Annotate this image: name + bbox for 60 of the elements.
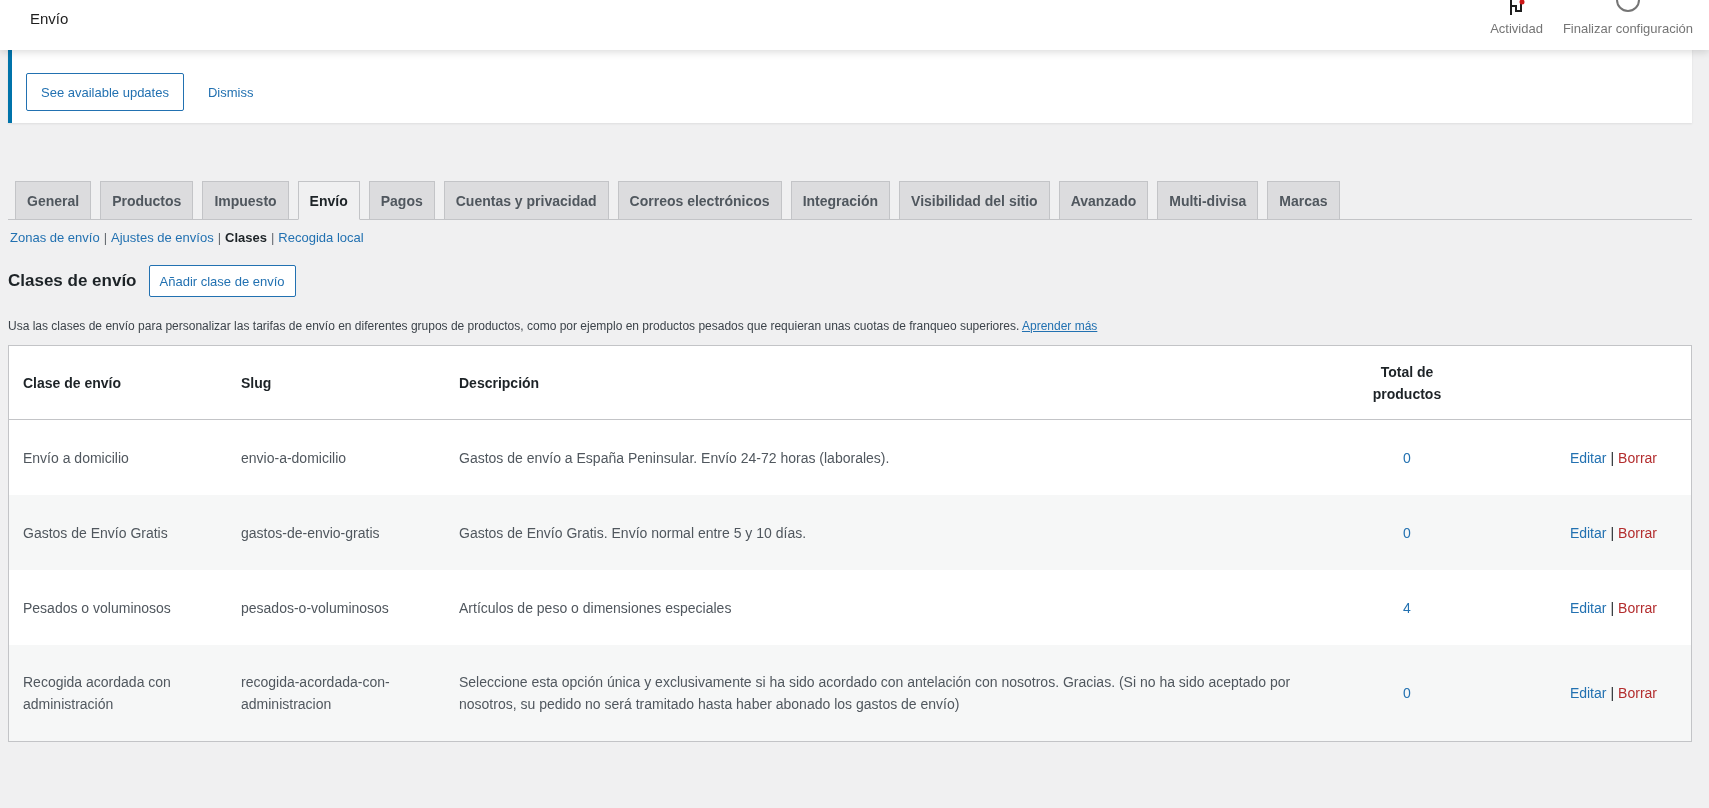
edit-link[interactable]: Editar [1569, 449, 1607, 466]
add-class-button[interactable]: Añadir clase de envío [148, 265, 296, 297]
table-cell: Artículos de peso o dimensiones especiales [445, 570, 1353, 645]
product-count-link[interactable]: 4 [1403, 599, 1411, 616]
product-count-link[interactable]: 0 [1403, 449, 1411, 466]
see-updates-button[interactable]: See available updates [26, 73, 184, 111]
table-cell: Envío a domicilio [8, 419, 227, 495]
subnav-link[interactable]: Recogida local [278, 230, 364, 245]
settings-tab[interactable]: Pagos [368, 181, 435, 219]
table-cell: pesados-o-voluminosos [227, 570, 445, 645]
separator-text: | [217, 230, 222, 245]
table-cell: envio-a-domicilio [227, 419, 445, 495]
table-cell: Gastos de Envío Gratis. Envío normal entre 5 y 10 días. [445, 495, 1353, 570]
column-header: Descripción [445, 345, 1353, 420]
activity-button[interactable]: Finalizar configuración [1552, 0, 1703, 36]
settings-tab[interactable]: General [15, 181, 92, 219]
subnav-link[interactable]: Clases [225, 230, 267, 245]
activity-button[interactable]: Actividad [1480, 0, 1553, 36]
product-count-link[interactable]: 0 [1403, 524, 1411, 541]
settings-tab[interactable]: Marcas [1267, 181, 1340, 219]
edit-link[interactable]: Editar [1569, 685, 1607, 701]
column-header: Clase de envío [8, 345, 227, 420]
dismiss-link[interactable]: Dismiss [197, 80, 264, 104]
table-cell: Gastos de envío a España Peninsular. Envío 24-72 horas (laborales). [445, 419, 1353, 495]
table-cell: gastos-de-envio-gratis [227, 495, 445, 570]
settings-tab[interactable]: Cuentas y privacidad [443, 181, 609, 219]
settings-tab[interactable]: Integración [790, 181, 891, 219]
separator-text: | [1610, 449, 1615, 466]
product-count-link[interactable]: 0 [1403, 685, 1411, 701]
table-cell: Seleccione esta opción única y exclusivamente si ha sido acordado con antelación con nosotros. Gracias. (Si no ha sido aceptado por nosotros, su pedido no será tramitado hasta haber abonado los gastos de envío) [445, 645, 1353, 742]
settings-tab[interactable]: Envío [297, 181, 360, 220]
edit-link[interactable]: Editar [1569, 599, 1607, 616]
table-cell: Pesados o voluminosos [8, 570, 227, 645]
separator-text: | [1610, 685, 1615, 701]
page-title: Envío [29, 9, 69, 29]
edit-link[interactable]: Editar [1569, 524, 1607, 541]
column-header: Slug [227, 345, 445, 420]
delete-link[interactable]: Borrar [1618, 685, 1657, 701]
delete-link[interactable]: Borrar [1618, 524, 1657, 541]
separator-text: | [270, 230, 275, 245]
table-cell: Recogida acordada con administración [8, 645, 227, 742]
settings-tab[interactable]: Correos electrónicos [617, 181, 782, 219]
settings-tab[interactable]: Productos [100, 181, 194, 219]
table-cell: Gastos de Envío Gratis [8, 495, 227, 570]
column-header: Total de productos [1353, 345, 1461, 420]
section-title: Clases de envío [8, 271, 137, 291]
section-description: Usa las clases de envío para personalizar las tarifas de envío en diferentes grupos de productos, como por ejemplo en productos pesados que requieran unas cuotas de franqueo superiores. Aprender más [8, 319, 1099, 333]
settings-tab[interactable]: Multi-divisa [1157, 181, 1259, 219]
delete-link[interactable]: Borrar [1618, 599, 1657, 616]
table-cell: recogida-acordada-con-administracion [227, 645, 445, 742]
settings-tab[interactable]: Visibilidad del sitio [899, 181, 1050, 219]
settings-tab[interactable]: Avanzado [1058, 181, 1149, 219]
subnav-link[interactable]: Zonas de envío [10, 230, 100, 245]
settings-tab[interactable]: Impuesto [202, 181, 289, 219]
separator-text: | [103, 230, 107, 245]
subnav-link[interactable]: Ajustes de envíos [111, 230, 214, 245]
learn-more-link[interactable]: Aprender más [1021, 319, 1098, 333]
delete-link[interactable]: Borrar [1618, 449, 1657, 466]
separator-text: | [1610, 524, 1615, 541]
separator-text: | [1610, 599, 1615, 616]
